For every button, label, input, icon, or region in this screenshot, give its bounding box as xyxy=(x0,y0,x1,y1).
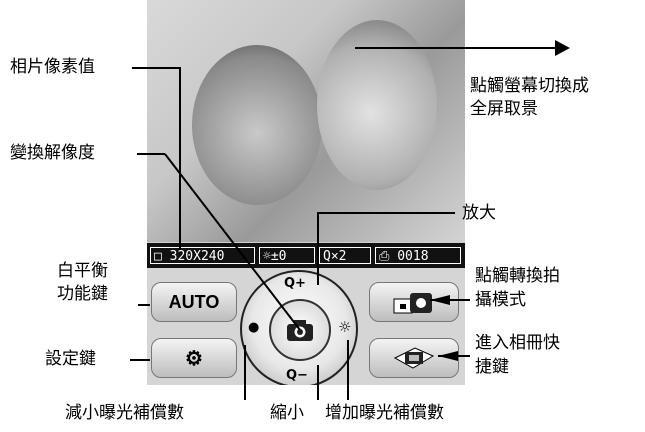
label-change-resolution: 變換解像度 xyxy=(10,143,95,163)
label-touch-fullscreen-1: 點觸螢幕切換成 xyxy=(470,76,589,96)
label-switch-mode-2: 攝模式 xyxy=(475,290,526,310)
label-photo-pixels: 相片像素值 xyxy=(10,57,95,77)
label-exposure-down: 減小曝光補償數 xyxy=(65,403,184,423)
label-switch-mode-1: 點觸轉換拍 xyxy=(475,266,560,286)
label-white-balance-2: 功能鍵 xyxy=(57,284,108,304)
callout-lines xyxy=(130,40,570,400)
label-touch-fullscreen-2: 全屏取景 xyxy=(470,99,538,119)
label-album-1: 進入相冊快 xyxy=(475,333,560,353)
label-zoom-in: 放大 xyxy=(462,203,496,223)
label-settings-key: 設定鍵 xyxy=(45,349,96,369)
label-white-balance-1: 白平衡 xyxy=(57,261,108,281)
label-zoom-out: 縮小 xyxy=(270,403,304,423)
label-album-2: 捷鍵 xyxy=(475,357,509,377)
label-exposure-up: 增加曝光補償數 xyxy=(325,403,444,423)
